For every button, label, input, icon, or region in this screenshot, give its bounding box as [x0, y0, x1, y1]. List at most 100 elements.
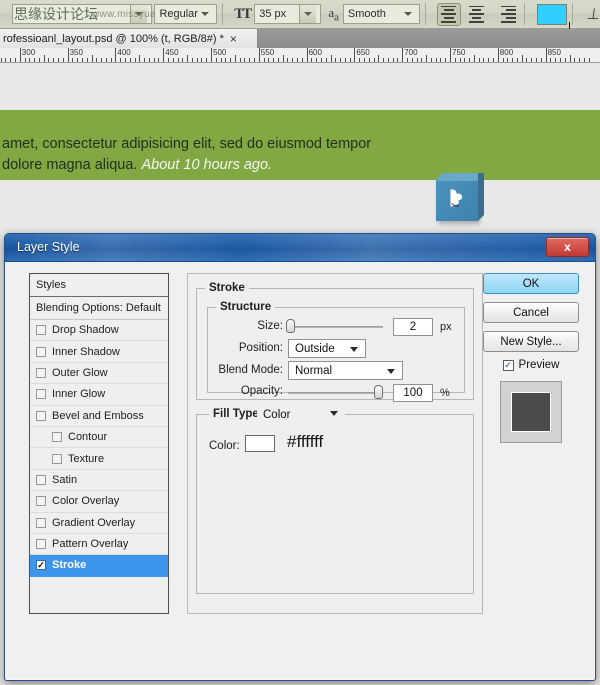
- style-list-item[interactable]: Contour: [30, 427, 168, 449]
- font-size-value: 35 px: [259, 8, 287, 20]
- position-value: Outside: [295, 342, 335, 355]
- ruler-label: 850: [547, 48, 561, 57]
- stroke-color-chip[interactable]: [245, 435, 275, 452]
- ruler-minor-tick: [397, 58, 399, 62]
- opacity-slider-thumb[interactable]: [374, 385, 383, 399]
- opacity-slider-track[interactable]: [288, 392, 383, 394]
- checkbox-unchecked-icon[interactable]: [52, 432, 62, 443]
- align-right-button[interactable]: [493, 3, 517, 26]
- ruler-minor-tick: [416, 58, 418, 62]
- ruler-major-tick: [67, 48, 69, 62]
- antialias-dropdown-arrow-icon[interactable]: [403, 12, 412, 16]
- cancel-button[interactable]: Cancel: [483, 302, 579, 323]
- opacity-input[interactable]: 100: [393, 384, 433, 402]
- style-list-item[interactable]: Inner Glow: [30, 384, 168, 406]
- ruler-minor-tick: [220, 58, 222, 62]
- ruler-minor-tick: [301, 58, 303, 62]
- ruler-minor-tick: [29, 58, 31, 62]
- preview-thumbnail-swatch: [511, 392, 551, 432]
- dialog-title-bar[interactable]: Layer Style x: [5, 234, 595, 262]
- color-label: Color:: [209, 440, 240, 452]
- ruler-minor-tick: [526, 58, 528, 62]
- ruler-minor-tick: [469, 58, 471, 62]
- style-list-item[interactable]: Outer Glow: [30, 363, 168, 385]
- ruler-minor-tick: [158, 58, 160, 62]
- style-list-item[interactable]: Color Overlay: [30, 491, 168, 513]
- text-color-swatch[interactable]: [537, 3, 568, 25]
- canvas-area: amet, consectetur adipisicing elit, sed …: [0, 63, 600, 233]
- ruler-minor-tick: [559, 58, 561, 62]
- size-unit-label: px: [440, 321, 452, 333]
- checkbox-unchecked-icon[interactable]: [36, 346, 46, 357]
- checkbox-unchecked-icon[interactable]: [36, 474, 46, 485]
- style-list-item[interactable]: Drop Shadow: [30, 320, 168, 342]
- style-list-item[interactable]: Pattern Overlay: [30, 534, 168, 556]
- new-style-button[interactable]: New Style...: [483, 331, 579, 352]
- preview-checkbox-row[interactable]: ✓ Preview: [483, 359, 579, 371]
- ruler-minor-tick: [191, 58, 193, 62]
- ruler-label: 300: [21, 48, 36, 57]
- checkbox-unchecked-icon[interactable]: [36, 517, 46, 528]
- structure-group-label: Structure: [216, 301, 276, 313]
- checkbox-unchecked-icon[interactable]: [36, 496, 46, 507]
- checkbox-unchecked-icon[interactable]: [36, 325, 46, 336]
- checkbox-unchecked-icon[interactable]: [36, 367, 46, 378]
- ruler-minor-tick: [359, 58, 361, 62]
- ruler-minor-tick: [564, 58, 566, 62]
- align-left-button[interactable]: [436, 2, 461, 26]
- style-list-item[interactable]: Texture: [30, 448, 168, 470]
- document-tab-close-icon[interactable]: ×: [230, 32, 237, 46]
- font-style-field[interactable]: Regular: [154, 4, 218, 24]
- style-list-item-label: Pattern Overlay: [52, 538, 129, 551]
- ruler-minor-tick: [58, 58, 60, 62]
- ruler-minor-tick: [540, 58, 542, 62]
- blend-mode-value: Normal: [295, 364, 333, 377]
- align-center-button[interactable]: [465, 3, 489, 26]
- checkbox-unchecked-icon[interactable]: [36, 539, 46, 550]
- checkbox-unchecked-icon[interactable]: [36, 389, 46, 400]
- warp-text-icon[interactable]: ⊥: [586, 5, 600, 24]
- dialog-title: Layer Style: [17, 240, 80, 254]
- blend-mode-select[interactable]: Normal: [288, 361, 403, 380]
- banner-text: amet, consectetur adipisicing elit, sed …: [2, 134, 422, 176]
- preview-checkbox[interactable]: ✓: [502, 359, 514, 371]
- ruler-minor-tick: [282, 55, 284, 62]
- ruler-minor-tick: [574, 58, 576, 62]
- position-select[interactable]: Outside: [288, 339, 366, 358]
- font-family-dropdown-arrow-icon[interactable]: [130, 5, 148, 23]
- layer-style-dialog: Layer Style x Styles Blending Options: D…: [4, 233, 596, 681]
- styles-list-panel: Styles Blending Options: Default Drop Sh…: [29, 273, 169, 614]
- blending-options-item[interactable]: Blending Options: Default: [30, 297, 168, 320]
- ruler-minor-tick: [144, 58, 146, 62]
- fill-type-select[interactable]: Color: [257, 405, 345, 424]
- font-size-dropdown-arrow-icon[interactable]: [299, 5, 317, 23]
- ruler-minor-tick: [277, 58, 279, 62]
- ruler-major-tick: [163, 48, 165, 62]
- toolbar-divider-4: [572, 3, 573, 25]
- antialias-field[interactable]: Smooth: [342, 4, 420, 24]
- style-list-item[interactable]: Gradient Overlay: [30, 513, 168, 534]
- style-list-item[interactable]: Inner Shadow: [30, 341, 168, 363]
- style-list-item[interactable]: Bevel and Emboss: [30, 406, 168, 427]
- document-tab[interactable]: rofessioanl_layout.psd @ 100% (t, RGB/8#…: [0, 29, 258, 48]
- font-family-field[interactable]: [12, 4, 153, 24]
- ruler-minor-tick: [120, 58, 122, 62]
- style-list-item[interactable]: ✓ Stroke: [30, 555, 168, 577]
- checkbox-unchecked-icon[interactable]: [52, 453, 62, 464]
- size-input[interactable]: 2: [393, 318, 433, 336]
- ok-button[interactable]: OK: [483, 273, 579, 294]
- font-style-dropdown-arrow-icon[interactable]: [201, 12, 210, 16]
- ruler-minor-tick: [488, 58, 490, 62]
- style-list-item[interactable]: Satin: [30, 470, 168, 492]
- checkbox-unchecked-icon[interactable]: [36, 410, 46, 421]
- fill-type-chevron-down-icon: [330, 411, 338, 416]
- dialog-close-button[interactable]: x: [546, 237, 589, 257]
- ruler-label: 450: [165, 48, 179, 57]
- checkbox-checked-icon[interactable]: ✓: [36, 560, 46, 571]
- size-slider-thumb[interactable]: [286, 319, 295, 333]
- font-size-field[interactable]: 35 px: [254, 4, 322, 24]
- antialias-value: Smooth: [347, 8, 386, 20]
- ruler-minor-tick: [459, 58, 461, 62]
- size-slider-track[interactable]: [288, 326, 383, 328]
- document-tab-title: rofessioanl_layout.psd @ 100% (t, RGB/8#…: [3, 32, 224, 45]
